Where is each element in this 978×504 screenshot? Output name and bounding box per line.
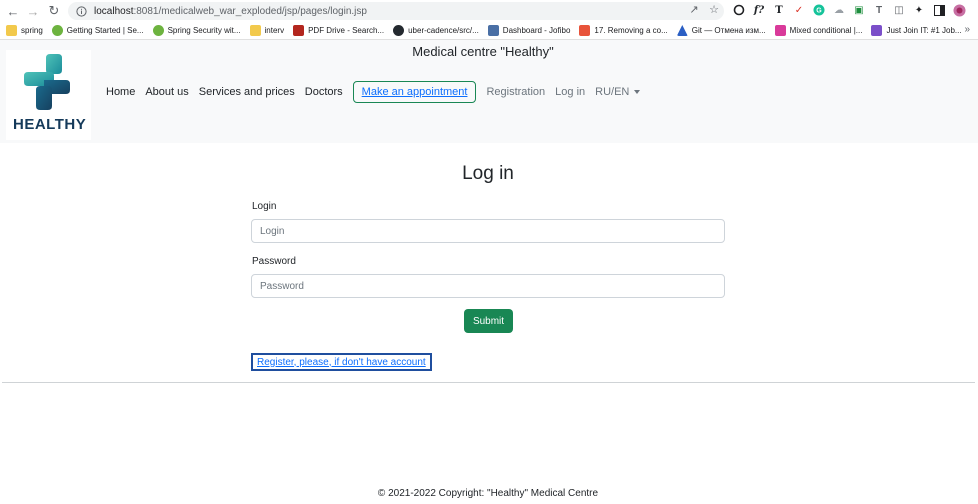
address-url: localhost:8081/medicalweb_war_exploded/j…	[94, 6, 367, 17]
nav-registration[interactable]: Registration	[486, 86, 545, 98]
svg-text:G: G	[816, 8, 822, 15]
logo-text: HEALTHY	[13, 116, 87, 133]
language-label: RU/EN	[595, 86, 630, 98]
bookmark-item[interactable]: spring	[6, 25, 43, 36]
password-input[interactable]	[251, 274, 725, 298]
bookmarks-bar: spring Getting Started | Se... Spring Se…	[0, 22, 978, 40]
login-label: Login	[252, 201, 277, 212]
nav-home[interactable]: Home	[106, 86, 135, 98]
pdf-drive-icon	[293, 25, 305, 36]
nav-login[interactable]: Log in	[555, 86, 585, 98]
jofibo-icon	[487, 25, 499, 36]
extension-note-icon[interactable]: ▣	[852, 3, 866, 17]
caret-down-icon	[634, 90, 641, 94]
main-navigation: Home About us Services and prices Doctor…	[106, 80, 641, 104]
password-label: Password	[252, 256, 296, 267]
browser-menu-icon[interactable]: ⋮	[972, 3, 978, 17]
profile-avatar-icon[interactable]	[952, 3, 966, 17]
bookmark-item[interactable]: Git — Отмена изм...	[676, 25, 766, 36]
submit-button[interactable]: Submit	[464, 309, 513, 333]
footer-copyright: © 2021-2022 Copyright: "Healthy" Medical…	[377, 488, 599, 499]
bookmark-label: Mixed conditional |...	[789, 26, 863, 35]
nav-doctors[interactable]: Doctors	[305, 86, 343, 98]
back-icon[interactable]: ←	[4, 2, 22, 20]
extension-formula-icon[interactable]: f?	[752, 3, 766, 17]
bookmark-item[interactable]: 17. Removing a co...	[579, 25, 668, 36]
github-icon	[393, 25, 405, 36]
extensions-puzzle-icon[interactable]: ✦	[912, 3, 926, 17]
extension-red-icon[interactable]: ✓	[792, 3, 806, 17]
git-icon	[676, 25, 688, 36]
language-dropdown[interactable]: RU/EN	[595, 86, 641, 98]
extension-cloud-icon[interactable]: ☁	[832, 3, 846, 17]
login-input[interactable]	[251, 219, 725, 243]
side-panel-icon[interactable]	[932, 3, 946, 17]
medical-cross-icon	[24, 54, 70, 110]
swift-icon	[579, 25, 591, 36]
logo[interactable]: HEALTHY	[6, 50, 91, 140]
extension-grammarly-icon[interactable]: G	[812, 3, 826, 17]
bookmark-label: Git — Отмена изм...	[691, 26, 766, 35]
extension-lens-icon[interactable]	[732, 3, 746, 17]
folder-icon	[6, 25, 17, 36]
site-title: Medical centre "Healthy"	[412, 44, 554, 59]
extension-reader-icon[interactable]: ◫	[892, 3, 906, 17]
bookmark-label: uber-cadence/src/...	[408, 26, 479, 35]
bookmark-item[interactable]: Getting Started | Se...	[51, 25, 144, 36]
spring-leaf-icon	[152, 25, 164, 36]
bookmark-item[interactable]: Mixed conditional |...	[774, 25, 863, 36]
bookmark-item[interactable]: Just Join IT: #1 Job...	[871, 25, 962, 36]
register-link[interactable]: Register, please, if don't have account	[251, 353, 432, 371]
divider	[2, 382, 975, 383]
address-bar[interactable]: localhost:8081/medicalweb_war_exploded/j…	[68, 2, 724, 20]
url-path: :8081/medicalweb_war_exploded/jsp/pages/…	[133, 5, 367, 17]
bookmark-star-icon[interactable]: ☆	[708, 4, 720, 16]
bookmark-item[interactable]: Spring Security wit...	[152, 25, 241, 36]
bookmark-label: interv	[264, 26, 285, 35]
nav-about[interactable]: About us	[145, 86, 188, 98]
extensions-bar: f? T ✓ G ☁ ▣ T ◫ ✦ ⋮	[732, 3, 978, 17]
reload-icon[interactable]: ↻	[45, 2, 63, 20]
bookmark-label: Getting Started | Se...	[66, 26, 144, 35]
url-host: localhost	[94, 5, 134, 17]
make-appointment-button[interactable]: Make an appointment	[352, 81, 477, 103]
bookmark-label: spring	[21, 26, 43, 35]
justjoinit-icon	[871, 25, 883, 36]
bookmark-label: PDF Drive - Search...	[308, 26, 385, 35]
browser-toolbar: ← → ↻ localhost:8081/medicalweb_war_expl…	[0, 0, 978, 22]
bf-icon	[774, 25, 786, 36]
bookmark-item[interactable]: PDF Drive - Search...	[293, 25, 384, 36]
folder-icon	[249, 25, 261, 36]
bookmark-label: Dashboard - Jofibo	[502, 26, 571, 35]
bookmark-item[interactable]: Dashboard - Jofibo	[487, 25, 571, 36]
nav-services[interactable]: Services and prices	[199, 86, 295, 98]
bookmark-label: Just Join IT: #1 Job...	[886, 26, 962, 35]
share-icon[interactable]: ↗	[688, 4, 700, 16]
page-title: Log in	[462, 163, 514, 184]
bookmark-item[interactable]: interv	[249, 25, 285, 36]
spring-leaf-icon	[51, 25, 63, 36]
bookmarks-overflow-icon[interactable]: »	[964, 24, 970, 35]
site-header: Medical centre "Healthy" HEALTHY Home Ab…	[0, 40, 978, 143]
bookmark-label: Spring Security wit...	[167, 26, 241, 35]
bookmark-item[interactable]: uber-cadence/src/...	[393, 25, 479, 36]
forward-icon[interactable]: →	[24, 2, 42, 20]
site-info-icon[interactable]	[74, 4, 88, 18]
bookmark-label: 17. Removing a co...	[594, 26, 668, 35]
extension-translate-icon[interactable]: T	[772, 3, 786, 17]
extension-text-icon[interactable]: T	[872, 3, 886, 17]
